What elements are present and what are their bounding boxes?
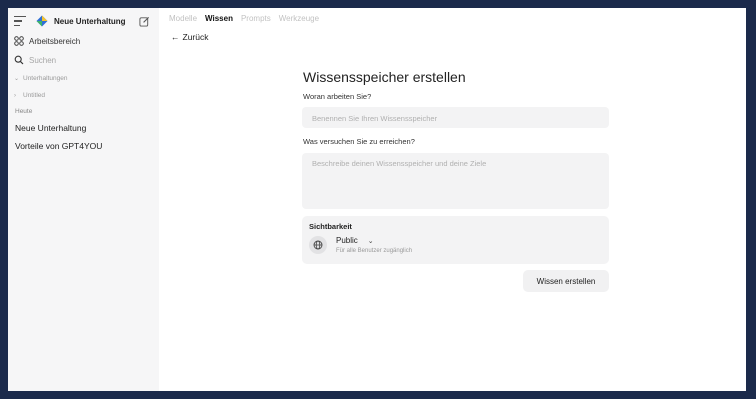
sidebar-group-conversations[interactable]: ⌄ Unterhaltungen [13,74,153,83]
main-content: Modelle Wissen Prompts Werkzeuge ← Zurüc… [159,8,746,391]
arrow-left-icon: ← [171,32,180,42]
app-logo-icon [36,15,48,27]
search-icon [14,55,24,65]
sidebar-item-workspace-label: Arbeitsbereich [29,36,81,46]
goal-question-label: Was versuchen Sie zu erreichen? [303,137,415,146]
name-input[interactable]: Benennen Sie Ihren Wissensspeicher [302,107,609,128]
sidebar-group-untitled[interactable]: › Untitled [13,91,153,100]
menu-icon[interactable] [14,16,26,26]
chevron-down-icon: ⌄ [367,237,374,245]
visibility-select[interactable]: Public ⌄ [336,236,412,245]
goal-textarea[interactable]: Beschreibe deinen Wissensspeicher und de… [302,153,609,209]
workspace-icon [14,36,24,46]
visibility-selected-value: Public [336,236,358,245]
sidebar-chat-item[interactable]: Neue Unterhaltung [15,123,153,133]
tab-models[interactable]: Modelle [169,14,197,23]
chevron-right-icon: › [14,92,16,99]
sidebar: Neue Unterhaltung Arbeitsbereich Suchen [8,8,159,391]
create-knowledge-button[interactable]: Wissen erstellen [523,270,609,292]
new-chat-edit-icon[interactable] [139,16,150,27]
search-input[interactable]: Suchen [29,56,56,65]
sidebar-search[interactable]: Suchen [13,54,153,66]
globe-icon [309,236,327,254]
new-chat-link[interactable]: Neue Unterhaltung [54,17,126,26]
visibility-description: Für alle Benutzer zugänglich [336,248,413,254]
tab-knowledge[interactable]: Wissen [205,14,233,23]
sidebar-header: Neue Unterhaltung [13,14,153,28]
chevron-down-icon: ⌄ [14,76,20,82]
sidebar-item-workspace[interactable]: Arbeitsbereich [13,35,153,47]
visibility-panel: Sichtbarkeit Public ⌄ Für alle Benutzer … [302,216,609,264]
app-window: Neue Unterhaltung Arbeitsbereich Suchen [8,8,746,391]
back-button[interactable]: ← Zurück [171,32,208,42]
tab-tools[interactable]: Werkzeuge [279,14,319,23]
visibility-title: Sichtbarkeit [309,222,352,231]
name-question-label: Woran arbeiten Sie? [303,92,372,101]
tab-prompts[interactable]: Prompts [241,14,271,23]
sidebar-section-heading: Heute [15,108,33,115]
page-title: Wissensspeicher erstellen [303,69,466,85]
sidebar-chat-item[interactable]: Vorteile von GPT4YOU [15,141,153,151]
sidebar-group-label: Untitled [23,92,46,99]
top-tabs: Modelle Wissen Prompts Werkzeuge [169,14,319,23]
create-knowledge-form: Wissensspeicher erstellen Woran arbeiten… [302,69,609,264]
sidebar-group-label: Unterhaltungen [23,75,68,82]
back-label: Zurück [182,32,209,42]
